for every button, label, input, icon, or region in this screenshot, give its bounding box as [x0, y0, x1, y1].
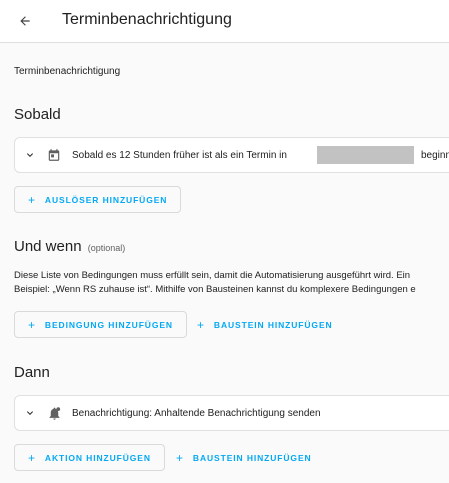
bell-alert-icon: [46, 405, 62, 421]
app-toolbar: Terminbenachrichtigung: [0, 0, 449, 43]
calendar-icon: [46, 147, 62, 163]
plus-icon: +: [176, 450, 184, 465]
action-expand-toggle[interactable]: [24, 407, 36, 419]
add-condition-block-button[interactable]: + BAUSTEIN HINZUFÜGEN: [184, 311, 346, 338]
arrow-left-icon: [20, 16, 30, 26]
condition-section-title: Und wenn (optional): [14, 238, 125, 255]
add-action-button[interactable]: + AKTION HINZUFÜGEN: [14, 444, 165, 471]
trigger-card[interactable]: Sobald es 12 Stunden früher ist als ein …: [14, 137, 449, 173]
trigger-expand-toggle[interactable]: [24, 149, 36, 161]
add-condition-button[interactable]: + BEDINGUNG HINZUFÜGEN: [14, 311, 187, 338]
add-condition-block-label: BAUSTEIN HINZUFÜGEN: [213, 319, 333, 330]
action-section-title: Dann: [14, 364, 50, 381]
plus-icon: +: [28, 450, 36, 465]
optional-label: (optional): [87, 243, 126, 253]
condition-title-text: Und wenn: [14, 238, 82, 255]
condition-description-line-2: Beispiel: „Wenn RS zuhause ist“. Mithilf…: [14, 284, 416, 295]
trigger-description: Sobald es 12 Stunden früher ist als ein …: [72, 150, 287, 161]
plus-icon: +: [197, 317, 205, 332]
trigger-description-end: beginnt: [421, 150, 449, 161]
action-description: Benachrichtigung: Anhaltende Benachricht…: [72, 408, 321, 419]
add-trigger-button[interactable]: + AUSLÖSER HINZUFÜGEN: [14, 186, 182, 213]
automation-name: Terminbenachrichtigung: [14, 66, 121, 77]
chevron-down-icon: [27, 411, 33, 415]
back-button[interactable]: [12, 8, 38, 34]
add-action-block-label: BAUSTEIN HINZUFÜGEN: [192, 452, 312, 463]
add-trigger-label: AUSLÖSER HINZUFÜGEN: [44, 194, 168, 205]
chevron-down-icon: [27, 153, 33, 157]
condition-description: Diese Liste von Bedingungen muss erfüllt…: [14, 269, 449, 297]
plus-icon: +: [28, 192, 36, 207]
plus-icon: +: [28, 317, 36, 332]
trigger-section-title: Sobald: [14, 106, 61, 123]
add-action-block-button[interactable]: + BAUSTEIN HINZUFÜGEN: [163, 444, 325, 471]
add-condition-label: BEDINGUNG HINZUFÜGEN: [44, 319, 173, 330]
redacted-calendar-name: [317, 146, 414, 164]
page-title: Terminbenachrichtigung: [62, 11, 232, 28]
add-action-label: AKTION HINZUFÜGEN: [44, 452, 151, 463]
action-card[interactable]: Benachrichtigung: Anhaltende Benachricht…: [14, 395, 449, 431]
condition-description-line-1: Diese Liste von Bedingungen muss erfüllt…: [14, 270, 411, 281]
